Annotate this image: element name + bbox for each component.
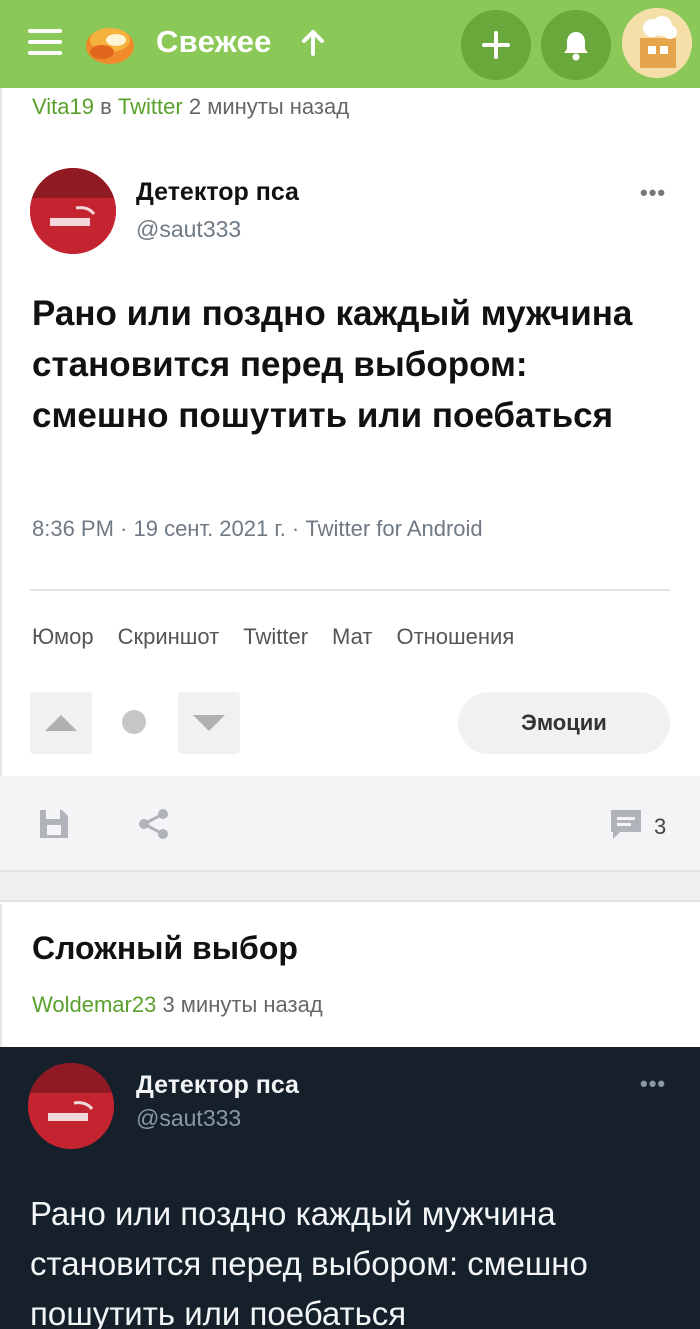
comment-count[interactable]: 3 <box>654 814 666 840</box>
tweet-text: Рано или поздно каждый мужчина становитс… <box>30 1195 588 1329</box>
plus-icon <box>482 31 510 59</box>
tweet-screenshot-dark: Детектор пса @saut333 ••• Рано или поздн… <box>0 1047 700 1329</box>
tag-link[interactable]: Twitter <box>243 624 308 650</box>
tweet-date: 8:36 PM · 19 сент. 2021 г. · Twitter for… <box>32 516 483 541</box>
menu-icon[interactable] <box>28 29 62 55</box>
post-source-prefix: в <box>100 94 112 119</box>
arrow-up-icon[interactable] <box>300 28 326 58</box>
share-icon[interactable] <box>136 806 172 842</box>
rating-dot <box>122 710 146 734</box>
tweet-avatar-icon <box>28 1063 114 1149</box>
post-actions-bar <box>0 776 700 870</box>
tweet-divider <box>30 589 670 591</box>
user-avatar[interactable] <box>622 8 692 78</box>
tweet-avatar <box>28 1063 114 1149</box>
card-border <box>0 88 2 870</box>
post-time: 2 минуты назад <box>188 94 350 119</box>
tweet-author-handle: @saut333 <box>136 216 242 242</box>
tag-link[interactable]: Скриншот <box>118 624 220 650</box>
add-post-button[interactable] <box>461 10 531 80</box>
posts-separator <box>0 870 700 902</box>
card-border <box>0 904 2 1047</box>
notifications-button[interactable] <box>541 10 611 80</box>
post-meta: Vita19 в Twitter 2 минуты назад <box>32 94 349 120</box>
post-time: 3 минуты назад <box>162 992 323 1017</box>
comments-icon[interactable] <box>608 806 644 842</box>
tweet-text: Рано или поздно каждый мужчина становитс… <box>32 294 633 435</box>
post-community-link[interactable]: Twitter <box>118 94 183 119</box>
tweet-avatar <box>30 168 116 254</box>
tweet-avatar-icon <box>30 168 116 254</box>
logo-icon[interactable] <box>82 18 138 68</box>
tweet-author-name: Детектор пса <box>136 178 299 206</box>
post-tags: Юмор Скриншот Twitter Мат Отношения <box>32 624 514 650</box>
downvote-button[interactable] <box>178 692 240 754</box>
tweet-more-icon: ••• <box>640 180 667 205</box>
arrow-up-icon <box>45 715 77 731</box>
avatar-icon <box>622 8 692 78</box>
tweet-author-handle: @saut333 <box>136 1105 242 1131</box>
tag-link[interactable]: Отношения <box>396 624 514 650</box>
top-bar: Свежее <box>0 0 700 88</box>
tweet-author-name: Детектор пса <box>136 1071 299 1099</box>
feed-title[interactable]: Свежее <box>156 24 272 60</box>
bell-icon <box>564 32 588 61</box>
upvote-button[interactable] <box>30 692 92 754</box>
post-author-link[interactable]: Woldemar23 <box>32 992 156 1017</box>
tweet-more-icon: ••• <box>640 1071 667 1096</box>
emotions-button[interactable]: Эмоции <box>458 692 670 754</box>
post-author-link[interactable]: Vita19 <box>32 94 94 119</box>
tag-link[interactable]: Мат <box>332 624 372 650</box>
arrow-down-icon <box>193 715 225 731</box>
save-icon[interactable] <box>36 806 72 842</box>
tag-link[interactable]: Юмор <box>32 624 94 650</box>
post-title[interactable]: Сложный выбор <box>32 930 298 967</box>
post-meta: Woldemar23 3 минуты назад <box>32 992 323 1018</box>
